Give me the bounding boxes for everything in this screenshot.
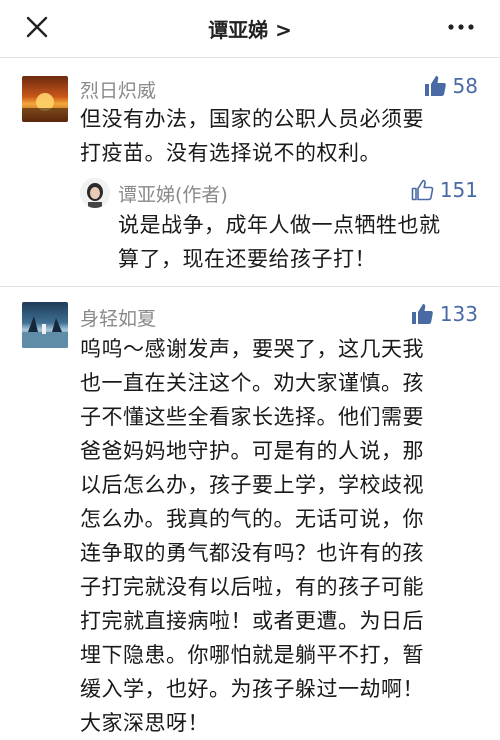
avatar[interactable] [22,76,68,122]
comment-line: 子不懂这些全看家长选择。他们需要 [80,405,424,429]
comment-line: 也一直在关注这个。劝大家谨慎。孩 [80,371,424,395]
comment-line: 缓入学，也好。为孩子躲过一劫啊！ [80,677,424,701]
thumbs-up-filled-icon [411,304,433,324]
like-count: 133 [439,302,478,326]
avatar[interactable] [22,302,68,348]
more-options-icon[interactable] [448,16,474,38]
comment-divider [0,286,500,287]
like-button[interactable]: 58 [423,74,478,98]
header-divider [0,57,500,58]
comment-line: 打疫苗。没有选择说不的权利。 [80,141,381,165]
comment-line: 说是战争，成年人做一点牺牲也就 [118,213,441,237]
comment-line: 埋下隐患。你哪怕就是躺平不打，暂 [80,643,424,667]
reply-username[interactable]: 谭亚娣(作者) [118,180,228,207]
reply-avatar[interactable] [80,178,110,208]
like-button[interactable]: 133 [410,302,478,326]
reply-like-button[interactable]: 151 [410,178,478,202]
comment-line: 但没有办法，国家的公职人员必须要 [80,107,424,131]
top-bar: 谭亚娣 > [0,0,500,56]
comment-line: 以后怎么办，孩子要上学，学校歧视 [80,473,424,497]
comment-line: 连争取的勇气都没有吗？也许有的孩 [80,541,424,565]
comment-line: 子打完就没有以后啦，有的孩子可能 [80,575,424,599]
comment-line: 爸爸妈妈地守护。可是有的人说，那 [80,439,424,463]
reply-text: 说是战争，成年人做一点牺牲也就 算了，现在还要给孩子打！ [118,208,441,276]
like-count: 151 [439,178,478,202]
thumbs-up-filled-icon [424,76,446,96]
comment-username[interactable]: 身轻如夏 [80,304,156,331]
page-title[interactable]: 谭亚娣 > [0,14,500,43]
thumbs-up-outline-icon [411,179,434,201]
comment-line: 打完就直接病啦！或者更遭。为日后 [80,609,424,633]
comment-text: 呜呜～感谢发声，要哭了，这几天我 也一直在关注这个。劝大家谨慎。孩 子不懂这些全… [80,332,424,740]
comment-line: 算了，现在还要给孩子打！ [118,247,376,271]
comment-line: 呜呜～感谢发声，要哭了，这几天我 [80,337,424,361]
comment-line: 怎么办。我真的气的。无话可说，你 [80,507,424,531]
comment-text: 但没有办法，国家的公职人员必须要 打疫苗。没有选择说不的权利。 [80,102,424,170]
comment-line: 大家深思呀！ [80,711,209,735]
comment-username[interactable]: 烈日炽威 [80,76,156,103]
like-count: 58 [452,74,478,98]
